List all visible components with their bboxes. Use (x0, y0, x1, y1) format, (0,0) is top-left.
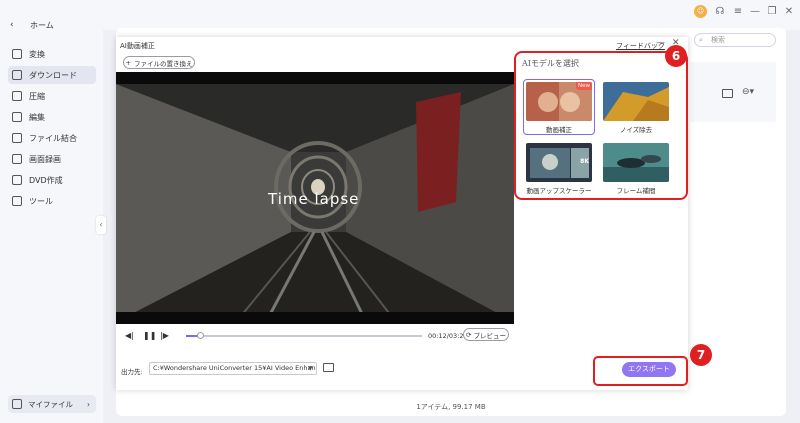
model-card-label: フレーム補間 (616, 187, 656, 195)
tools-icon (12, 196, 22, 206)
dropdown-arrow-icon[interactable]: ▼ (308, 362, 313, 375)
sidebar-item-screen-record[interactable]: 画面録画 (8, 150, 96, 168)
download-icon (12, 70, 22, 80)
headset-icon[interactable]: ☊ (713, 5, 727, 19)
sidebar-item-dvd[interactable]: DVD作成 (8, 171, 96, 189)
dialog-minimize-icon[interactable]: — (656, 38, 665, 48)
compress-icon (12, 91, 22, 101)
upscaler-thumbnail: 8K (526, 143, 592, 182)
seek-bar[interactable] (186, 335, 422, 337)
refresh-icon: ⟳ (466, 330, 472, 339)
noise-reduction-thumbnail (603, 82, 669, 121)
sidebar-item-label: 圧縮 (29, 91, 45, 101)
screen-record-icon (12, 154, 22, 164)
sidebar-item-label: 変換 (29, 49, 45, 59)
frame-interpolation-thumbnail (603, 143, 669, 182)
title-bar (0, 0, 800, 30)
sidebar-item-edit[interactable]: 編集 (8, 108, 96, 126)
sidebar-item-download[interactable]: ダウンロード (8, 66, 96, 84)
video-enhance-thumbnail: New (526, 82, 592, 121)
model-card-label: ノイズ除去 (619, 126, 653, 134)
model-card-noise-reduction[interactable]: ノイズ除去 (601, 80, 671, 134)
export-highlight (593, 356, 688, 386)
replace-file-button[interactable]: + ファイルの置き換え (123, 56, 195, 69)
open-folder-icon[interactable] (323, 363, 334, 372)
dialog-title: AI動画補正 (120, 42, 155, 50)
sidebar-item-label: ツール (29, 196, 53, 206)
toolbar-band (690, 62, 776, 122)
output-label: 出力先: (121, 368, 143, 376)
step-badge-6: 6 (665, 45, 687, 67)
output-path-select[interactable]: C:¥Wondershare UniConverter 15¥AI Video … (149, 362, 317, 375)
previous-frame-icon[interactable]: ◀| (125, 331, 134, 340)
model-card-upscaler[interactable]: 8K 動画アップスケーラー (524, 141, 594, 195)
sidebar-item-label: 編集 (29, 112, 45, 122)
model-card-label: 動画アップスケーラー (526, 187, 592, 195)
preview-label: プレビュー (473, 331, 506, 340)
dvd-icon (12, 175, 22, 185)
sidebar-item-label: DVD作成 (29, 175, 63, 185)
step-badge-7: 7 (690, 344, 712, 366)
sidebar-item-compress[interactable]: 圧縮 (8, 87, 96, 105)
my-files-label: マイファイル (28, 399, 73, 409)
chevron-left-icon[interactable]: ‹ (10, 20, 14, 30)
model-card-label: 動画補正 (546, 126, 572, 134)
chevron-right-icon: › (87, 399, 90, 409)
sidebar-item-label: ダウンロード (29, 70, 77, 80)
convert-icon (12, 49, 22, 59)
minimize-icon[interactable]: — (748, 5, 762, 19)
sidebar-item-label: ファイル結合 (29, 133, 77, 143)
new-tag: New (576, 82, 592, 90)
sidebar-item-label: 画面録画 (29, 154, 61, 164)
avatar[interactable]: ☺ (694, 5, 707, 18)
scissors-icon (12, 112, 22, 122)
model-card-video-enhance[interactable]: New 動画補正 (523, 79, 595, 135)
video-caption: Time lapse (268, 190, 360, 208)
sidebar-item-merge[interactable]: ファイル結合 (8, 129, 96, 147)
next-frame-icon[interactable]: |▶ (160, 331, 169, 340)
sidebar-item-convert[interactable]: 変換 (8, 45, 96, 63)
plus-icon: + (125, 58, 131, 67)
status-bar: 1アイテム, 99.17 MB (416, 403, 486, 411)
search-icon: ⌕ (699, 36, 703, 44)
sidebar-collapse-button[interactable]: ‹ (96, 216, 106, 234)
more-options-icon[interactable]: ⊖▾ (742, 87, 754, 97)
sidebar-item-tools[interactable]: ツール (8, 192, 96, 210)
close-icon[interactable]: ✕ (782, 5, 796, 19)
folder-icon (12, 399, 22, 409)
search-input[interactable]: ⌕ 検索 (694, 33, 776, 47)
my-files-button[interactable]: マイファイル › (8, 395, 96, 413)
menu-icon[interactable]: ≡ (731, 5, 745, 19)
model-card-frame-interpolation[interactable]: フレーム補間 (601, 141, 671, 195)
resolution-tag: 8K (580, 158, 589, 165)
search-placeholder: 検索 (711, 36, 725, 44)
pause-icon[interactable]: ❚❚ (143, 331, 156, 340)
playback-time: 00:12/03:23 (428, 332, 468, 340)
preview-button[interactable]: ⟳ プレビュー (463, 328, 509, 341)
restore-icon[interactable]: ❐ (765, 5, 779, 19)
replace-file-label: ファイルの置き換え (133, 59, 193, 68)
folder-icon[interactable] (722, 89, 733, 98)
merge-icon (12, 133, 22, 143)
